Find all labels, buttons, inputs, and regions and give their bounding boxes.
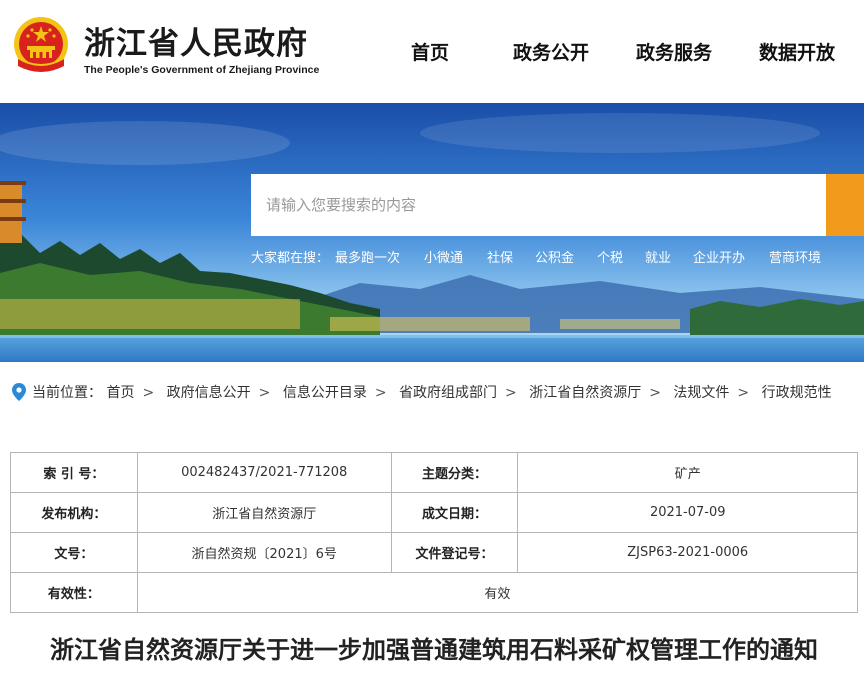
hot-search-item[interactable]: 最多跑一次 [335,247,400,266]
meta-label-publisher: 发布机构： [10,492,138,533]
document-title: 浙江省自然资源厅关于进一步加强普通建筑用石料采矿权管理工作的通知 [50,636,818,664]
nav-open-data[interactable]: 数据开放 [759,38,835,65]
main-nav: 首页 政务公开 政务服务 数据开放 [0,38,864,66]
meta-value-publisher: 浙江省自然资源厅 [136,492,392,533]
table-row: 文号： 浙自然资规〔2021〕6号 文件登记号： ZJSP63-2021-000… [10,532,858,573]
breadcrumb-separator: > [649,385,661,401]
meta-label-registration: 文件登记号： [390,532,519,573]
nav-gov-service[interactable]: 政务服务 [636,38,712,65]
meta-value-validity: 有效 [136,572,859,613]
search-box [251,174,826,236]
nav-home[interactable]: 首页 [411,38,449,65]
table-row: 有效性： 有效 [10,572,859,613]
meta-label-validity: 有效性： [10,572,138,613]
search-input[interactable] [251,174,826,236]
meta-value-doc-number: 浙自然资规〔2021〕6号 [136,532,392,573]
meta-label-date: 成文日期： [390,492,519,533]
hot-search-item[interactable]: 营商环境 [769,247,821,266]
location-pin-icon [12,383,26,401]
breadcrumb-separator: > [142,385,155,401]
meta-label-doc-number: 文号： [10,532,138,573]
hot-search-item[interactable]: 小微通 [424,247,463,266]
document-meta-table: 索 引 号： 002482437/2021-771208 主题分类： 矿产 发布… [10,452,859,613]
meta-label-category: 主题分类： [390,452,519,493]
breadcrumb-item[interactable]: 省政府组成部门 [399,385,497,401]
hot-search-item[interactable]: 个税 [597,247,623,266]
table-row: 索 引 号： 002482437/2021-771208 主题分类： 矿产 [10,452,858,493]
hot-search-item[interactable]: 公积金 [535,247,574,266]
breadcrumb-item[interactable]: 法规文件 [673,385,729,401]
hot-search-item[interactable]: 社保 [487,247,513,266]
nav-gov-info[interactable]: 政务公开 [513,38,589,65]
hot-search-label: 大家都在搜： [251,251,330,266]
breadcrumb: 当前位置： 首页 > 政府信息公开 > 信息公开目录 > 省政府组成部门 > 浙江省自然… [12,380,864,404]
hot-search-item[interactable]: 企业开办 [693,247,745,266]
breadcrumb-item[interactable]: 首页 [106,385,134,401]
hot-search-item[interactable]: 就业 [645,247,671,266]
breadcrumb-item[interactable]: 行政规范性 [762,385,832,401]
breadcrumb-label: 当前位置： [32,385,102,401]
table-row: 发布机构： 浙江省自然资源厅 成文日期： 2021-07-09 [10,492,858,533]
breadcrumb-separator: > [258,385,271,401]
breadcrumb-item[interactable]: 政府信息公开 [167,385,251,401]
search-button[interactable] [826,174,864,236]
meta-value-registration: ZJSP63-2021-0006 [517,532,858,573]
breadcrumb-item[interactable]: 浙江省自然资源厅 [529,385,641,401]
meta-value-category: 矿产 [517,452,858,493]
breadcrumb-separator: > [374,385,387,401]
breadcrumb-separator: > [505,385,517,401]
meta-value-index: 002482437/2021-771208 [136,452,392,493]
breadcrumb-item[interactable]: 信息公开目录 [283,385,367,401]
breadcrumb-separator: > [737,385,750,401]
site-header: 浙江省人民政府 The People's Government of Zheji… [0,0,864,103]
meta-value-date: 2021-07-09 [517,492,858,533]
meta-label-index: 索 引 号： [10,452,138,493]
